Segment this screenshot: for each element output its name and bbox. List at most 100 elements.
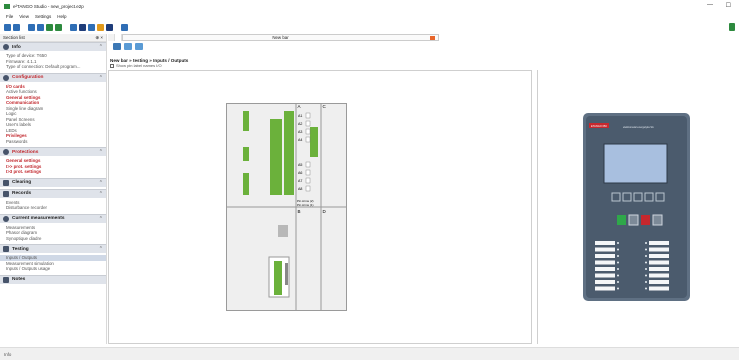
checkbox-box[interactable] [110,63,114,68]
section-label: Protections [12,149,39,155]
led-indicator [645,242,647,244]
led-label-slot [595,273,615,278]
relay-open-button[interactable] [641,215,650,225]
led-indicator [617,268,619,270]
chevron-up-icon[interactable]: ⌃ [99,75,103,81]
toolbar-button-icon[interactable] [121,23,128,31]
show-pin-labels-checkbox[interactable]: Show pin label names I/O [110,63,162,68]
relay-confirm-button[interactable] [652,214,663,226]
sidebar-item[interactable]: Inputs / Outputs usage [6,266,106,272]
sidebar-item[interactable]: Passwords [6,139,106,145]
menu-help[interactable]: Help [57,14,66,19]
section-icon [3,215,9,222]
terminal-strip [243,111,249,131]
section-header-notes[interactable]: Notes [0,274,106,284]
section-header-testing[interactable]: Testing ⌃ [0,244,106,253]
toolbar-button-icon[interactable] [4,23,11,31]
section-header-protections[interactable]: Protections ⌃ [0,147,106,156]
led-indicator [617,261,619,264]
section-header-records[interactable]: Records ⌃ [0,188,106,198]
section-header-info[interactable]: Info ⌃ [0,42,106,51]
section-header-clearing[interactable]: Clearing ⌃ [0,177,106,187]
section-icon [3,44,9,50]
row-label: A8 [298,187,302,191]
toolbar [0,20,739,34]
section-list-title: Section list [3,35,25,40]
section-list-header: Section list ⊕ × [0,34,106,42]
section-label: Clearing [12,180,32,185]
section-icon [3,149,9,155]
relay-close-button[interactable] [617,215,626,225]
relay-brand: ETANGO 650 [591,124,607,128]
led-indicator [645,261,647,264]
toolbar-separator [64,24,68,31]
maximize-button[interactable]: ☐ [726,2,731,9]
led-indicator [645,248,647,251]
toolbar-button-icon[interactable] [88,23,95,31]
relay-select-button[interactable] [628,214,639,226]
led-label-slot [595,254,615,258]
io-state-box[interactable] [305,120,311,127]
sidebar-item[interactable]: I>3 prot. settings [6,169,106,175]
toolbar-button-icon[interactable] [28,23,35,31]
toolbar-button-icon[interactable] [70,23,77,31]
io-state-box[interactable] [305,112,311,119]
toolbar-button-icon[interactable] [55,23,62,31]
sidebar-item[interactable]: Disturbance recorder [6,205,106,211]
row-label: A4 [298,138,302,142]
io-state-box[interactable] [305,128,311,135]
toolbar-button-icon[interactable] [106,23,113,31]
toolbar-button-icon[interactable] [13,23,20,31]
io-state-box[interactable] [305,136,311,143]
led-label-slot [649,260,669,265]
chevron-up-icon[interactable]: ⌃ [99,180,103,186]
list-view-icon[interactable] [135,43,143,50]
tab-close-icon[interactable] [430,36,435,40]
connect-icon[interactable] [729,23,735,31]
tab-project-icon[interactable] [108,34,115,41]
terminal-strip-right [284,111,294,195]
chevron-up-icon[interactable]: ⌃ [99,149,103,155]
minimize-button[interactable]: — [707,2,713,8]
section-header-current-measurements[interactable]: Current measurements ⌃ [0,213,106,223]
grid-view-icon[interactable] [124,43,132,50]
terminal-strip-lower [274,261,282,295]
led-indicator [617,255,619,257]
led-label-slot [649,273,669,278]
io-state-box[interactable] [305,185,311,192]
sub-toolbar [113,43,143,50]
toolbar-button-icon[interactable] [46,23,53,31]
toolbar-button-icon[interactable] [37,23,44,31]
section-items: Inputs / Outputs Measurement simulation In… [0,253,106,275]
menu-file[interactable]: File [6,14,13,19]
chevron-up-icon[interactable]: ⌃ [99,191,103,197]
io-state-box[interactable] [305,177,311,184]
chevron-up-icon[interactable]: ⌃ [99,216,103,222]
sidebar-item[interactable]: Type of connection: Default program... [6,64,106,70]
connector-icon [278,225,288,237]
led-label-slot [649,267,669,271]
section-icon [3,190,9,197]
io-state-box[interactable] [305,169,311,176]
led-label-slot [649,286,669,291]
tab-new-bar[interactable]: New bar [122,34,439,41]
menu-settings[interactable]: Settings [35,14,51,19]
col-a-label: A [298,104,301,109]
section-header-configuration[interactable]: Configuration ⌃ [0,72,106,82]
section-label: Current measurements [12,216,65,221]
menu-view[interactable]: View [19,14,29,19]
io-state-box[interactable] [305,161,311,168]
row-label: A2 [298,122,302,126]
row-label: A7 [298,179,302,183]
chevron-up-icon[interactable]: ⌃ [99,246,103,252]
chevron-up-icon[interactable]: ⌃ [99,44,103,50]
section-label: Testing [12,246,29,252]
panel-pin-close-icon[interactable]: ⊕ × [95,35,103,41]
toolbar-button-icon[interactable] [79,23,86,31]
led-label-slot [595,241,615,245]
row-label: A3 [298,130,302,134]
add-card-icon[interactable] [113,43,121,50]
sidebar-item[interactable]: Synoptique diadre [6,236,106,242]
toolbar-button-icon[interactable] [97,23,104,31]
